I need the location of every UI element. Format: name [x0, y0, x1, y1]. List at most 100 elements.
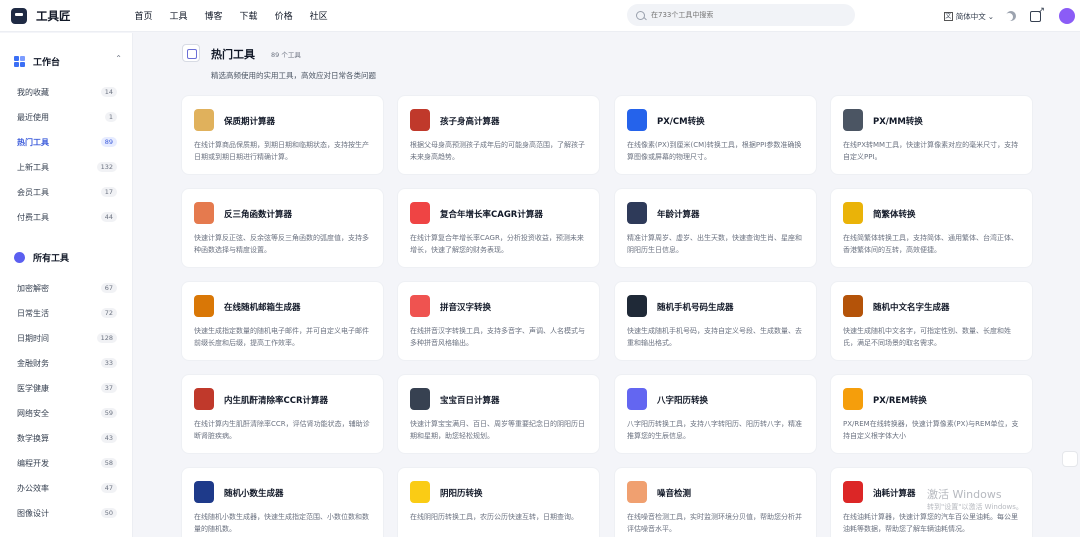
count-badge: 43 — [100, 433, 117, 443]
sidebar-item-health[interactable]: 医学健康 37 — [17, 381, 117, 395]
tool-card-description: 八字阳历转换工具，支持八字转阳历、阳历转八字，精准推算您的生辰信息。 — [627, 420, 802, 440]
tool-card[interactable]: 复合年增长率CAGR计算器 在线计算复合年增长率CAGR，分析投资收益，预测未来增… — [397, 188, 600, 268]
chevron-up-icon[interactable]: ⌃ — [115, 54, 122, 63]
sidebar-item-finance[interactable]: 金融财务 33 — [17, 356, 117, 370]
tool-card[interactable]: PX/CM转换 在线像素(PX)到厘米(CM)转换工具，根据PPI参数准确换算图像… — [614, 95, 817, 175]
tool-card-title: 保质期计算器 — [224, 117, 276, 127]
tool-card[interactable]: 噪音检测 在线噪音检测工具，实时监测环境分贝值，帮助您分析并评估噪音水平。 — [614, 467, 817, 537]
tool-card-description: 精准计算周岁、虚岁、出生天数，快速查询生肖、星座和阴阳历生日信息。 — [627, 234, 802, 254]
car-icon — [843, 481, 863, 503]
tool-card[interactable]: 随机中文名字生成器 快速生成随机中文名字，可指定性别、数量、长度和姓氏，满足不同场… — [830, 281, 1033, 361]
header-actions: 文 简体中文 ⌄ — [943, 0, 1080, 32]
tool-card[interactable]: 八字阳历转换 八字阳历转换工具，支持八字转阳历、阳历转八字，精准推算您的生辰信息。 — [614, 374, 817, 454]
tool-card-description: 快速生成指定数量的随机电子邮件，并可自定义电子邮件前缀长度和后缀，提高工作效率。 — [194, 327, 369, 347]
sidebar-item-datetime[interactable]: 日期时间 128 — [17, 331, 117, 345]
calendar-icon — [194, 109, 214, 131]
tool-card-description: 在线计算内生肌酐清除率CCR，评估肾功能状态，辅助诊断肾脏疾病。 — [194, 420, 370, 440]
nav-item-download[interactable]: 下载 — [240, 9, 258, 22]
sidebar-item-office[interactable]: 办公效率 47 — [17, 481, 117, 495]
tool-card-title: 反三角函数计算器 — [224, 210, 293, 220]
tool-card[interactable]: 在线随机邮箱生成器快速生成指定数量的随机电子邮件，并可自定义电子邮件前缀长度和后… — [181, 281, 384, 361]
tool-card-title: 在线随机邮箱生成器 — [224, 303, 301, 313]
sidebar-item-label: 医学健康 — [17, 383, 49, 393]
nav-item-tools[interactable]: 工具 — [170, 9, 188, 22]
nav-item-pricing[interactable]: 价格 — [275, 9, 293, 22]
ear-icon — [627, 481, 647, 503]
activation-watermark-sub: 转到"设置"以激活 Windows。 — [927, 503, 1023, 511]
moon-sun-icon — [410, 481, 430, 503]
tool-card[interactable]: 随机手机号码生成器 快速生成随机手机号码，支持自定义号段、生成数量、去重和输出格式… — [614, 281, 817, 361]
tool-card-title: PX/CM转换 — [657, 117, 705, 127]
hot-tools-icon — [182, 44, 200, 62]
tool-card-description: 在线油耗计算器，快速计算您的汽车百公里油耗。每公里油耗等数据，帮助您了解车辆油耗… — [843, 513, 1018, 533]
ruler-mm-icon — [843, 109, 863, 131]
nav-item-home[interactable]: 首页 — [135, 9, 153, 22]
tool-card[interactable]: 阴阳历转换 在线阴阳历转换工具，农历公历快速互转，日期查询。 — [397, 467, 600, 537]
bagua-icon — [627, 388, 647, 410]
sidebar-item-design[interactable]: 图像设计 50 — [17, 506, 117, 520]
sidebar-section-workspace[interactable]: 工作台 ⌃ — [14, 54, 122, 68]
tool-card-title: 随机小数生成器 — [224, 489, 284, 499]
logo[interactable]: 工具匠 — [11, 7, 71, 24]
tool-card[interactable]: 拼音汉字转换 在线拼音汉字转换工具，支持多音字、声调、人名模式与多种拼音风格输出。 — [397, 281, 600, 361]
fan-char-icon — [843, 202, 863, 224]
tool-card-title: 复合年增长率CAGR计算器 — [440, 210, 543, 220]
search-icon — [636, 10, 645, 20]
tool-card-description: 快速计算宝宝满月、百日、周岁等重要纪念日的阴阳历日期和星期，助您轻松规划。 — [410, 420, 585, 440]
sidebar-item-label: 日期时间 — [17, 333, 49, 343]
tool-card[interactable]: 简繁体转换 在线简繁体转换工具，支持简体、通用繁体、台湾正体、香港繁体间的互转，高… — [830, 188, 1033, 268]
tool-card[interactable]: PX/REM转换 PX/REM在线转换器，快速计算像素(PX)与REM单位，支持自… — [830, 374, 1033, 454]
tool-card[interactable]: 随机小数生成器 在线随机小数生成器，快速生成指定范围、小数位数和数量的随机数。 — [181, 467, 384, 537]
sidebar-section-title: 工作台 — [33, 58, 61, 68]
sidebar-item-daily-life[interactable]: 日常生活 72 — [17, 306, 117, 320]
search-box[interactable] — [627, 4, 855, 26]
sidebar-item-new-tools[interactable]: 上新工具 132 — [17, 160, 117, 174]
count-badge: 44 — [100, 212, 117, 222]
age-icon — [627, 202, 647, 224]
tool-card[interactable]: 反三角函数计算器 快速计算反正弦、反余弦等反三角函数的弧度值，支持多种函数选择与精… — [181, 188, 384, 268]
sidebar-item-security[interactable]: 网络安全 59 — [17, 406, 117, 420]
count-badge: 128 — [96, 333, 117, 343]
sidebar-item-paid-tools[interactable]: 付费工具 44 — [17, 210, 117, 224]
count-badge: 58 — [100, 458, 117, 468]
tool-card-title: 年龄计算器 — [657, 210, 700, 220]
sidebar-item-programming[interactable]: 编程开发 58 — [17, 456, 117, 470]
tool-card-title: PX/MM转换 — [873, 117, 923, 127]
name-tag-icon — [843, 295, 863, 317]
external-link-icon[interactable] — [1030, 6, 1045, 22]
sidebar-section-all-tools[interactable]: 所有工具 — [14, 251, 122, 264]
sidebar-item-favorites[interactable]: 我的收藏 14 — [17, 85, 117, 99]
count-badge: 59 — [100, 408, 117, 418]
count-badge: 37 — [100, 383, 117, 393]
tool-card[interactable]: 孩子身高计算器 根据父母身高预测孩子成年后的可能身高范围，了解孩子未来身高趋势。 — [397, 95, 600, 175]
baby-calendar-icon — [410, 388, 430, 410]
tool-card[interactable]: 保质期计算器 在线计算商品保质期，到期日期和临期状态，支持按生产日期或到期日期进行… — [181, 95, 384, 175]
tool-card[interactable]: PX/MM转换在线PX转MM工具，快速计算像素对应的毫米尺寸，支持自定义PPI。 — [830, 95, 1033, 175]
pinyin-icon — [410, 295, 430, 317]
sidebar-item-label: 数学换算 — [17, 433, 49, 443]
tool-card-title: 宝宝百日计算器 — [440, 396, 500, 406]
search-input[interactable] — [651, 11, 841, 19]
floating-action-button[interactable] — [1062, 451, 1078, 467]
sidebar-item-recent[interactable]: 最近使用 1 — [17, 110, 117, 124]
tool-card-description: PX/REM在线转换器，快速计算像素(PX)与REM单位，支持自定义根字体大小 — [843, 420, 1019, 440]
sidebar-item-member-tools[interactable]: 会员工具 17 — [17, 185, 117, 199]
nav-item-blog[interactable]: 博客 — [205, 9, 223, 22]
theme-toggle-icon[interactable] — [1006, 11, 1016, 21]
tool-card[interactable]: 年龄计算器精准计算周岁、虚岁、出生天数，快速查询生肖、星座和阴阳历生日信息。 — [614, 188, 817, 268]
tool-card-description: 根据父母身高预测孩子成年后的可能身高范围，了解孩子未来身高趋势。 — [410, 141, 585, 161]
kidney-icon — [194, 388, 214, 410]
tool-card[interactable]: 内生肌酐清除率CCR计算器 在线计算内生肌酐清除率CCR，评估肾功能状态，辅助诊断… — [181, 374, 384, 454]
sidebar-item-crypto[interactable]: 加密解密 67 — [17, 281, 117, 295]
tool-card-description: 在线阴阳历转换工具，农历公历快速互转，日期查询。 — [410, 513, 578, 521]
avatar[interactable] — [1059, 8, 1075, 24]
tool-card-description: 在线PX转MM工具，快速计算像素对应的毫米尺寸，支持自定义PPI。 — [843, 141, 1019, 161]
sidebar-item-label: 上新工具 — [17, 162, 49, 172]
sidebar-item-math[interactable]: 数学换算 43 — [17, 431, 117, 445]
tool-card[interactable]: 宝宝百日计算器快速计算宝宝满月、百日、周岁等重要纪念日的阴阳历日期和星期，助您轻… — [397, 374, 600, 454]
count-badge: 1 — [104, 112, 117, 122]
count-badge: 132 — [96, 162, 117, 172]
sidebar-item-hot-tools[interactable]: 热门工具 89 — [17, 135, 117, 149]
language-selector[interactable]: 文 简体中文 ⌄ — [943, 11, 994, 22]
nav-item-community[interactable]: 社区 — [310, 9, 328, 22]
